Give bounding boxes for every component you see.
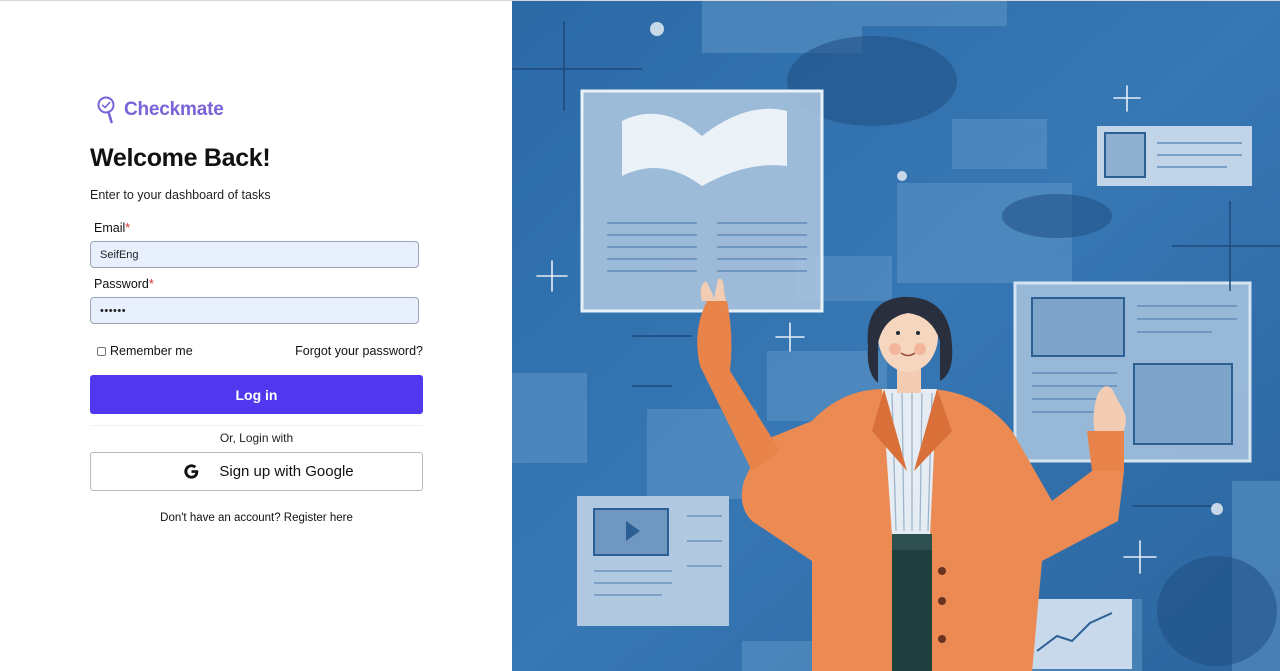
- email-label-text: Email: [94, 221, 126, 235]
- page-title: Welcome Back!: [90, 144, 271, 172]
- login-page: Checkmate Welcome Back! Enter to your da…: [0, 0, 1280, 671]
- email-required-mark: *: [125, 221, 131, 235]
- hero-illustration: [512, 1, 1280, 671]
- magnifier-check-icon: [97, 96, 115, 124]
- forgot-password-link[interactable]: Forgot your password?: [295, 344, 423, 358]
- login-form: Checkmate Welcome Back! Enter to your da…: [90, 94, 423, 524]
- email-label: Email*: [94, 221, 423, 235]
- brand: Checkmate: [96, 94, 423, 126]
- google-signup-button[interactable]: Sign up with Google: [90, 452, 423, 491]
- remember-me-checkbox[interactable]: [97, 346, 106, 356]
- woman-with-floating-documents-illustration: [512, 1, 1280, 671]
- divider-line: [90, 425, 423, 426]
- password-input[interactable]: [90, 297, 419, 324]
- login-panel: Checkmate Welcome Back! Enter to your da…: [0, 1, 512, 671]
- password-required-mark: *: [148, 277, 154, 291]
- email-input[interactable]: [90, 241, 419, 268]
- login-divider: Or, Login with: [90, 425, 423, 445]
- divider-label: Or, Login with: [219, 431, 294, 445]
- login-button[interactable]: Log in: [90, 375, 423, 414]
- page-subtitle: Enter to your dashboard of tasks: [90, 188, 271, 202]
- login-options-row: Remember me Forgot your password?: [97, 344, 423, 358]
- remember-me-label: Remember me: [110, 344, 193, 358]
- remember-me[interactable]: Remember me: [97, 344, 193, 358]
- register-prompt: Don't have an account? Register here: [90, 512, 423, 524]
- register-link[interactable]: Don't have an account? Register here: [160, 512, 353, 524]
- password-label: Password*: [94, 277, 423, 291]
- google-icon: [184, 464, 199, 479]
- google-signup-label: Sign up with Google: [219, 463, 354, 480]
- password-label-text: Password: [94, 277, 149, 291]
- brand-name: Checkmate: [124, 99, 224, 120]
